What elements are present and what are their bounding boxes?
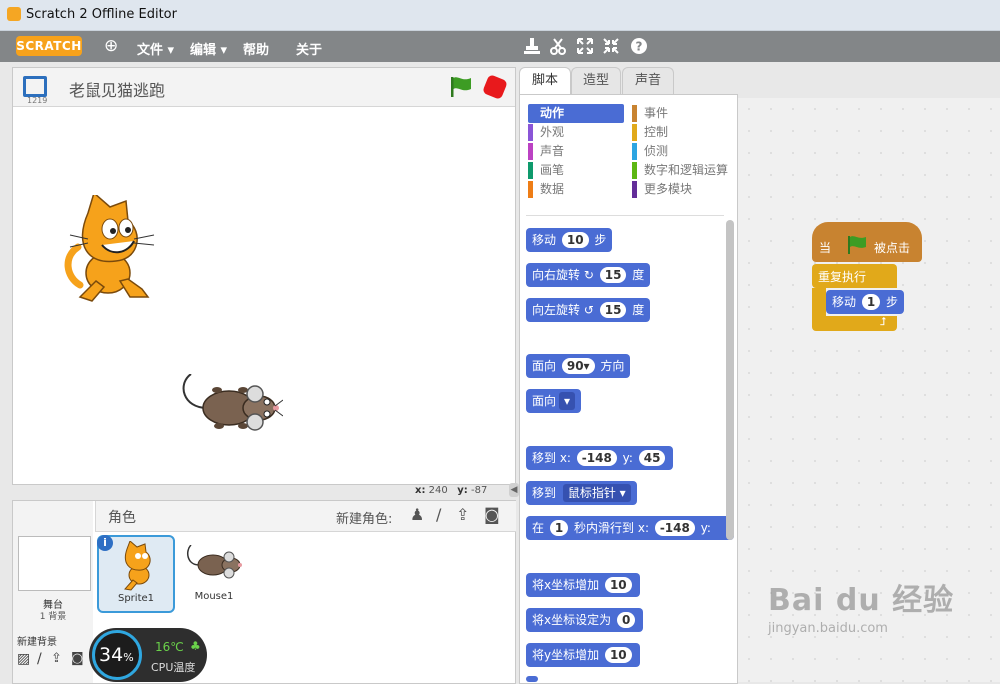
stop-icon[interactable] bbox=[481, 73, 509, 101]
forever-bottom: ⮥ bbox=[812, 315, 897, 331]
camera-sprite-icon[interactable]: ◙ bbox=[484, 505, 500, 524]
menu-edit[interactable]: 编辑 ▾ bbox=[190, 39, 227, 58]
block-glide[interactable]: 在 1 秒内滑行到 x: -148 y: bbox=[526, 516, 734, 540]
x-label: x: bbox=[415, 485, 426, 496]
sprite-library-icon[interactable]: ♟ bbox=[410, 505, 424, 524]
sprite-tile-mouse1[interactable]: Mouse1 bbox=[177, 537, 251, 611]
mouse-sprite[interactable] bbox=[179, 374, 283, 440]
divider bbox=[526, 215, 724, 216]
backdrop-brush-icon[interactable]: / bbox=[37, 651, 42, 667]
backdrop-camera-icon[interactable]: ◙ bbox=[71, 651, 84, 666]
categories-left: 动作 外观 声音 画笔 数据 bbox=[528, 104, 624, 199]
forever-block[interactable]: 重复执行 bbox=[812, 264, 897, 288]
cpu-monitor-widget: 34% 16℃ ♣ CPU温度 bbox=[89, 628, 207, 682]
loop-arrow-icon: ⮥ bbox=[880, 315, 887, 328]
delete-scissors-icon[interactable] bbox=[550, 38, 566, 55]
sprite-name: Mouse1 bbox=[194, 591, 234, 602]
block-point-towards[interactable]: 面向 ▾ bbox=[526, 389, 582, 413]
category-pen[interactable]: 画笔 bbox=[528, 161, 624, 180]
baidu-jingyan-watermark: Bai du 经验 jingyan.baidu.com bbox=[768, 583, 955, 636]
category-control[interactable]: 控制 bbox=[632, 123, 737, 142]
block-set-x[interactable]: 将x坐标设定为 0 bbox=[526, 608, 644, 632]
stage-panel: 1219 老鼠见猫逃跑 bbox=[12, 67, 516, 485]
mouse1-thumb-icon bbox=[186, 545, 242, 579]
cpu-temp: 16℃ bbox=[155, 640, 184, 654]
svg-text:?: ? bbox=[636, 40, 643, 54]
rotate-left-icon: ↺ bbox=[583, 303, 594, 317]
category-looks[interactable]: 外观 bbox=[528, 123, 624, 142]
stage-column: 舞台 1 背景 新建背景 ▨ / ⇪ ◙ bbox=[13, 501, 93, 683]
cpu-label: CPU温度 bbox=[151, 661, 196, 674]
project-title[interactable]: 老鼠见猫逃跑 bbox=[69, 77, 165, 101]
forever-arm bbox=[812, 288, 826, 316]
sprite-name: Sprite1 bbox=[117, 593, 155, 604]
green-flag-icon bbox=[848, 236, 866, 254]
palette-scrollbar[interactable] bbox=[726, 220, 734, 540]
stage-thumbnail[interactable] bbox=[18, 536, 91, 591]
block-turn-left[interactable]: 向左旋转 ↺ 15 度 bbox=[526, 298, 651, 322]
category-motion[interactable]: 动作 bbox=[528, 104, 624, 123]
sprites-pane: 舞台 1 背景 新建背景 ▨ / ⇪ ◙ 角色 新建角色: ♟ / ⇪ ◙ i … bbox=[12, 500, 516, 684]
category-data[interactable]: 数据 bbox=[528, 180, 624, 199]
x-value: 240 bbox=[428, 485, 448, 496]
script-block-move[interactable]: 移动 1 步 bbox=[826, 290, 905, 314]
category-operators[interactable]: 数字和逻辑运算 bbox=[632, 161, 737, 180]
category-events[interactable]: 事件 bbox=[632, 104, 737, 123]
duplicate-stamp-icon[interactable] bbox=[524, 38, 540, 55]
backdrop-paint-icon[interactable]: ▨ bbox=[17, 651, 30, 667]
menu-file[interactable]: 文件 ▾ bbox=[137, 39, 174, 58]
scratch-logo[interactable]: SCRATCH bbox=[16, 36, 82, 56]
fullscreen-icon[interactable] bbox=[23, 76, 47, 97]
sprite-tile-sprite1[interactable]: i Sprite1 bbox=[97, 535, 175, 613]
block-change-y[interactable]: 将y坐标增加 10 bbox=[526, 643, 640, 667]
block-turn-right[interactable]: 向右旋转 ↻ 15 度 bbox=[526, 263, 651, 287]
green-flag-icon[interactable] bbox=[449, 76, 473, 98]
hat-block-when-flag-clicked[interactable]: 当 被点击 bbox=[812, 222, 922, 262]
new-backdrop-label: 新建背景 bbox=[17, 637, 57, 648]
sprites-header: 角色 新建角色: ♟ / ⇪ ◙ bbox=[95, 501, 516, 532]
tab-costumes[interactable]: 造型 bbox=[571, 67, 621, 94]
category-sensing[interactable]: 侦测 bbox=[632, 142, 737, 161]
version-badge: 1219 bbox=[27, 96, 48, 105]
upload-sprite-icon[interactable]: ⇪ bbox=[456, 505, 469, 524]
block-goto-target[interactable]: 移到 鼠标指针 ▾ bbox=[526, 481, 637, 505]
collapse-arrow-icon[interactable]: ◀ bbox=[509, 483, 519, 497]
categories-right: 事件 控制 侦测 数字和逻辑运算 更多模块 bbox=[632, 104, 737, 199]
app-icon bbox=[7, 7, 21, 21]
grow-icon[interactable] bbox=[577, 38, 593, 54]
paint-sprite-icon[interactable]: / bbox=[436, 505, 441, 524]
language-globe-icon[interactable]: ⊕ bbox=[104, 37, 118, 55]
menu-about[interactable]: 关于 bbox=[296, 39, 322, 58]
sprite1-thumb-icon bbox=[124, 541, 151, 591]
tab-scripts[interactable]: 脚本 bbox=[519, 67, 571, 96]
window-titlebar: Scratch 2 Offline Editor bbox=[0, 0, 1000, 31]
shrink-icon[interactable] bbox=[603, 38, 619, 54]
help-question-icon[interactable]: ? bbox=[630, 37, 648, 55]
block-change-x[interactable]: 将x坐标增加 10 bbox=[526, 573, 640, 597]
menu-help[interactable]: 帮助 bbox=[243, 39, 269, 58]
mouse-coords: x: 240 y: -87 bbox=[415, 485, 487, 496]
cat-sprite[interactable] bbox=[58, 195, 158, 305]
leaf-icon: ♣ bbox=[190, 639, 201, 653]
y-value: -87 bbox=[471, 485, 488, 496]
backdrop-upload-icon[interactable]: ⇪ bbox=[51, 651, 62, 666]
block-goto-xy[interactable]: 移到 x: -148 y: 45 bbox=[526, 446, 674, 470]
y-label: y: bbox=[457, 485, 468, 496]
block-move-steps[interactable]: 移动 10 步 bbox=[526, 228, 613, 252]
category-sound[interactable]: 声音 bbox=[528, 142, 624, 161]
new-sprite-label: 新建角色: bbox=[336, 512, 393, 527]
block-partial[interactable] bbox=[526, 676, 538, 682]
block-point-direction[interactable]: 面向 90▾ 方向 bbox=[526, 354, 631, 378]
category-more-blocks[interactable]: 更多模块 bbox=[632, 180, 737, 199]
stage-backdrop-count: 1 背景 bbox=[39, 612, 67, 622]
info-icon[interactable]: i bbox=[97, 535, 113, 551]
cpu-percent: 34% bbox=[99, 644, 134, 666]
window-title: Scratch 2 Offline Editor bbox=[26, 7, 177, 22]
rotate-right-icon: ↻ bbox=[583, 268, 594, 282]
menu-bar: SCRATCH ⊕ 文件 ▾ 编辑 ▾ 帮助 关于 ? bbox=[0, 31, 1000, 62]
sprites-title: 角色 bbox=[108, 510, 136, 526]
tab-sounds[interactable]: 声音 bbox=[622, 67, 674, 94]
stage-canvas[interactable] bbox=[13, 107, 515, 484]
stage-header: 1219 老鼠见猫逃跑 bbox=[13, 68, 515, 107]
